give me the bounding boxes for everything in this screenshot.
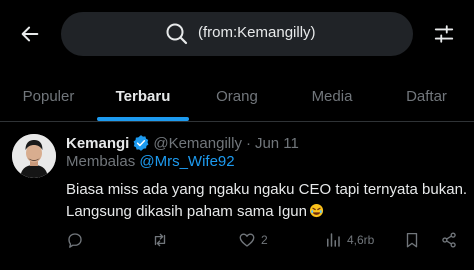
reply-icon <box>68 233 82 248</box>
like-button[interactable]: 2 <box>238 226 268 254</box>
reply-mention-link[interactable]: @Mrs_Wife92 <box>139 153 234 170</box>
top-bar: (from:Kemangilly) <box>0 0 474 70</box>
tab-orang[interactable]: Orang <box>189 70 285 122</box>
retweet-icon <box>154 233 166 247</box>
heart-icon <box>239 233 255 247</box>
search-query: (from:Kemangilly) <box>198 24 316 41</box>
tweet-text-line-content: Langsung dikasih paham sama Igun <box>66 203 307 220</box>
views-chart-icon <box>327 233 340 247</box>
reply-prefix: Membalas <box>66 153 136 170</box>
avatar[interactable] <box>12 134 56 178</box>
tab-daftar[interactable]: Daftar <box>379 70 474 122</box>
user-handle[interactable]: @Kemangilly <box>153 135 242 152</box>
rofl-emoji-icon <box>309 203 324 218</box>
bookmark-icon <box>406 232 418 248</box>
views-count: 4,6rb <box>347 233 375 247</box>
sliders-icon <box>434 25 454 43</box>
reply-button[interactable] <box>66 226 84 254</box>
meta-separator: · <box>245 134 251 152</box>
tab-populer[interactable]: Populer <box>0 70 97 122</box>
search-filter-button[interactable] <box>428 20 460 48</box>
display-name[interactable]: Kemangi <box>66 135 129 152</box>
tweet-text: Biasa miss ada yang ngaku ngaku CEO tapi… <box>66 179 470 223</box>
search-tabs: Populer Terbaru Orang Media Daftar <box>0 70 474 122</box>
tab-media[interactable]: Media <box>285 70 379 122</box>
verified-badge-icon <box>133 135 149 151</box>
tweet-actions: 2 4,6rb <box>0 226 474 254</box>
tab-terbaru[interactable]: Terbaru <box>97 70 189 122</box>
tweet-date[interactable]: Jun 11 <box>255 135 299 152</box>
search-icon <box>166 23 188 45</box>
bookmark-button[interactable] <box>403 226 421 254</box>
like-count: 2 <box>261 233 268 247</box>
retweet-button[interactable] <box>151 226 169 254</box>
share-button[interactable] <box>440 226 458 254</box>
arrow-left-icon <box>21 26 39 42</box>
tweet[interactable]: Kemangi @Kemangilly · Jun 11 Membalas @M… <box>0 122 474 270</box>
views-button[interactable]: 4,6rb <box>324 226 374 254</box>
tweet-text-line: Biasa miss ada yang ngaku ngaku CEO tapi… <box>66 181 468 198</box>
back-button[interactable] <box>14 20 46 48</box>
reply-context: Membalas @Mrs_Wife92 <box>66 153 235 170</box>
tweet-header: Kemangi @Kemangilly · Jun 11 <box>66 134 299 152</box>
tweet-text-line: Langsung dikasih paham sama Igun <box>66 201 470 223</box>
search-input[interactable]: (from:Kemangilly) <box>61 12 413 56</box>
share-icon <box>442 232 456 248</box>
avatar-photo-icon <box>12 134 56 178</box>
